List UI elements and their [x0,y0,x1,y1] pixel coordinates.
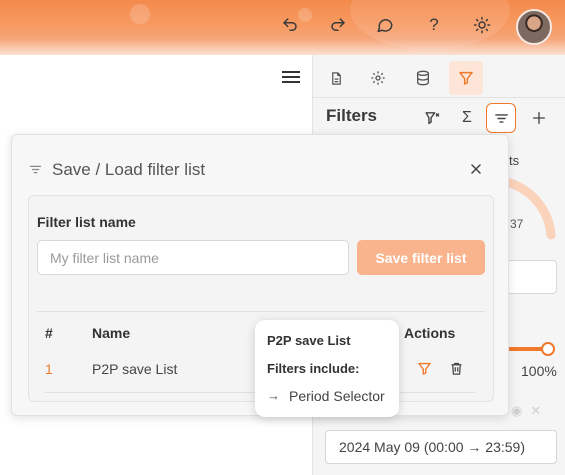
load-filter-icon[interactable] [413,357,435,379]
dialog-title: Save / Load filter list [52,160,206,179]
tabs-divider [313,97,565,98]
background-label: ts [509,153,520,168]
filter-list-icon [28,162,43,182]
percent-label: 100% [521,363,557,379]
menu-icon[interactable] [280,68,302,86]
chat-icon[interactable] [374,14,396,36]
filter-icon[interactable] [449,61,483,95]
column-header-name: Name [92,325,131,341]
document-icon[interactable] [319,61,353,95]
column-header-index: # [45,325,53,341]
tooltip-filter-item: Period Selector [289,388,385,404]
redo-icon[interactable] [327,14,349,36]
avatar[interactable] [516,9,552,45]
add-icon[interactable] [524,103,554,133]
date-range-field[interactable]: 2024 May 09 (00:00 → 23:59) [325,430,557,464]
delete-icon[interactable] [445,357,467,379]
eye-icon[interactable]: ◉ [511,403,530,418]
help-glyph: ? [429,15,439,34]
decorative-bubble [130,4,150,24]
arrow-right-icon: → [267,388,280,403]
visibility-icons: ◉✕ [511,403,549,419]
clear-filter-icon[interactable] [417,103,447,133]
sort-list-icon[interactable] [486,103,516,133]
row-index: 1 [45,361,53,377]
save-filter-list-button[interactable]: Save filter list [357,240,485,275]
help-icon[interactable]: ? [423,14,445,36]
gauge-value: 37 [510,217,524,231]
close-icon[interactable]: ✕ [530,403,549,418]
column-header-actions: Actions [404,325,456,341]
table-divider [37,311,485,312]
tooltip-subtitle: Filters include: [267,361,360,376]
database-icon[interactable] [406,61,440,95]
undo-icon[interactable] [279,14,301,36]
top-bar: ? [0,0,565,55]
slider-handle[interactable] [541,342,555,356]
sum-icon[interactable]: Σ [452,103,482,133]
tooltip-title: P2P save List [267,333,351,348]
filter-list-name-label: Filter list name [37,214,136,230]
panel-title: Filters [326,106,378,125]
theme-icon[interactable] [471,14,493,36]
close-icon[interactable] [466,159,486,179]
filter-list-tooltip: P2P save List Filters include: → Period … [255,320,399,417]
row-name[interactable]: P2P save List [92,361,177,377]
filter-list-name-input[interactable] [37,240,349,275]
settings-icon[interactable] [361,61,395,95]
